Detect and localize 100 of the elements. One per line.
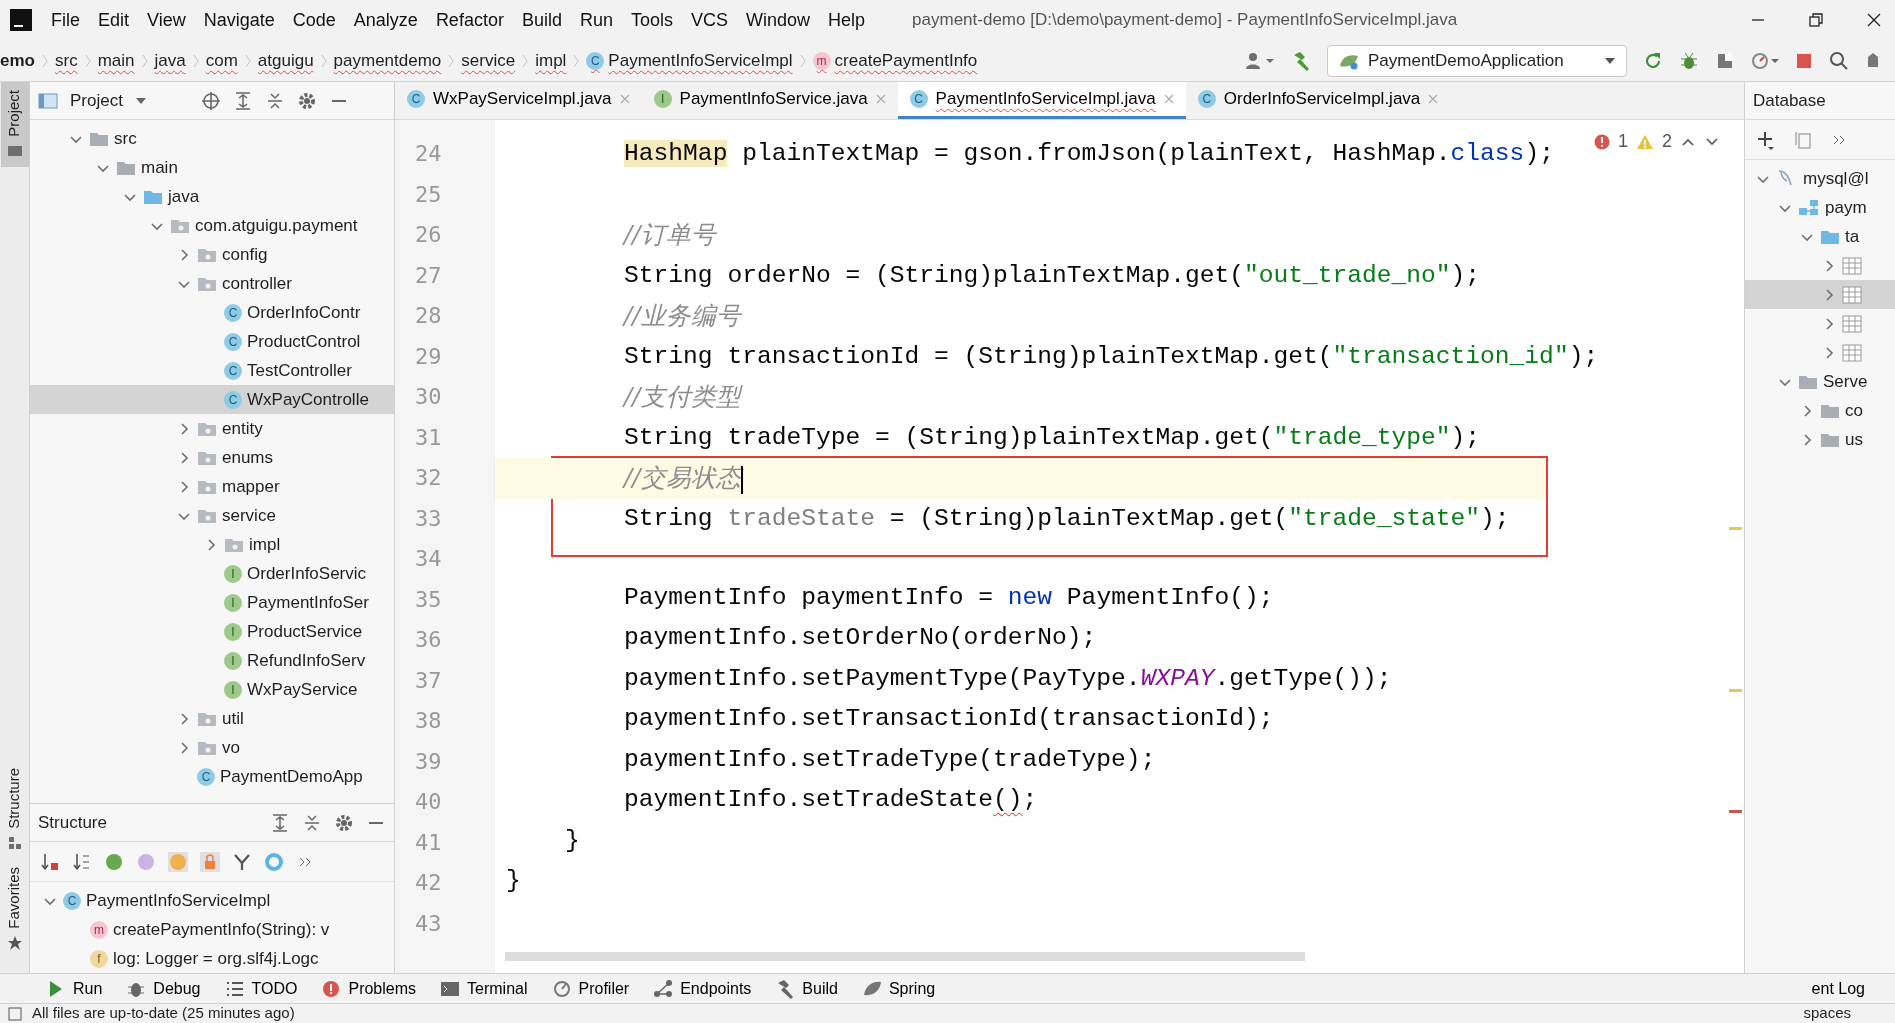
error-count[interactable]: 1 [1617,128,1628,155]
tree-item[interactable]: C ProductControl [30,327,394,356]
lock-icon[interactable] [200,851,220,872]
tree-item[interactable]: us [1745,425,1895,454]
menu-item[interactable]: Navigate [194,6,284,34]
tree-item[interactable]: I RefundInfoServ [30,646,394,675]
run-configuration-dropdown[interactable]: PaymentDemoApplication [1327,44,1627,77]
tree-item[interactable]: src [30,124,394,153]
tree-item[interactable]: mysql@l [1745,164,1895,193]
tree-item[interactable]: java [30,182,394,211]
warning-count[interactable]: 2 [1662,128,1672,155]
side-tab[interactable]: Structure [0,760,29,860]
menu-item[interactable]: Build [512,6,571,34]
collapse-all-icon[interactable] [302,812,322,833]
tree-item[interactable]: com.atguigu.payment [30,211,394,240]
tool-window-button[interactable]: Terminal [430,976,538,1001]
tree-item[interactable]: impl [30,530,394,559]
tree-item[interactable]: vo [30,733,394,762]
tree-item[interactable]: util [30,704,394,733]
settings-icon[interactable] [334,812,354,833]
menu-item[interactable]: Refactor [426,6,513,34]
caret-icon[interactable] [134,96,147,105]
breadcrumb[interactable]: java [148,47,192,74]
tree-item[interactable]: C TestController [30,356,394,385]
breadcrumb[interactable]: C PaymentInfoServiceImpl [580,47,799,74]
menu-item[interactable]: Run [570,6,622,34]
restore-icon[interactable] [1809,13,1823,27]
close-icon[interactable] [1867,13,1881,27]
tree-item[interactable]: ta [1745,222,1895,251]
tree-item[interactable]: controller [30,269,394,298]
indent-setting[interactable]: spaces [1803,1002,1851,1023]
inherited-icon[interactable] [104,851,124,872]
user-icon[interactable] [1245,51,1275,70]
tree-item[interactable]: m createPaymentInfo(String): v [30,915,394,944]
breadcrumb[interactable]: main [91,47,141,74]
tree-item[interactable]: enums [30,443,394,472]
horizontal-scrollbar[interactable] [505,952,1305,961]
editor-tab[interactable]: C PaymentInfoServiceImpl.java [897,82,1186,119]
breadcrumb[interactable]: service [455,47,522,74]
tool-window-button[interactable]: Endpoints [643,976,762,1001]
editor-tab[interactable]: I PaymentInfoService.java [641,82,898,119]
fields-icon[interactable] [168,851,188,872]
locate-icon[interactable] [200,90,221,111]
menu-item[interactable]: Code [283,6,345,34]
tree-item[interactable]: C PaymentInfoServiceImpl [30,886,394,915]
tree-item[interactable]: service [30,501,394,530]
settings-icon[interactable] [296,90,317,111]
breadcrumb[interactable]: m createPaymentInfo [806,47,984,74]
breadcrumb[interactable]: impl [529,47,573,74]
breadcrumb[interactable]: src [48,47,84,74]
breadcrumb[interactable]: com [199,47,244,74]
tree-item[interactable]: main [30,153,394,182]
sort-alpha-icon[interactable] [72,851,92,872]
tree-item[interactable]: config [30,240,394,269]
stop-icon[interactable] [1795,51,1813,70]
sort-icon[interactable] [40,851,60,872]
tool-window-button[interactable]: Profiler [541,976,640,1001]
side-tab[interactable]: Project [0,82,29,167]
menu-item[interactable]: File [42,6,89,34]
tree-item[interactable]: entity [30,414,394,443]
tool-window-button[interactable]: Build [765,976,848,1001]
menu-item[interactable]: View [138,6,195,34]
breadcrumb[interactable]: atguigu [251,47,320,74]
tree-item[interactable]: C PaymentDemoApp [30,762,394,791]
tool-window-button[interactable]: Spring [851,976,946,1001]
profiler-icon[interactable] [1751,50,1779,71]
tree-item[interactable]: I OrderInfoServic [30,559,394,588]
menu-item[interactable]: Analyze [344,6,427,34]
menu-item[interactable]: Window [737,6,820,34]
tree-item[interactable]: Serve [1745,367,1895,396]
editor-tab[interactable]: C OrderInfoServiceImpl.java [1185,82,1451,119]
menu-item[interactable]: VCS [682,6,737,34]
breadcrumb[interactable]: paymentdemo [327,47,448,74]
tree-item[interactable]: paym [1745,193,1895,222]
add-icon[interactable] [1755,129,1775,150]
tree-item[interactable]: I ProductService [30,617,394,646]
debug-icon[interactable] [1679,50,1699,71]
interface-icon: I [224,593,242,612]
menu-item[interactable]: Tools [621,6,682,34]
tree-item[interactable]: f log: Logger = org.slf4j.Logc [30,944,394,973]
menu-item[interactable]: Help [819,6,875,34]
search-icon[interactable] [1829,50,1849,71]
rerun-icon[interactable] [1643,50,1663,71]
side-tab[interactable]: Favorites [0,859,29,959]
tool-window-button[interactable]: TODO [214,976,308,1001]
tree-item[interactable]: I PaymentInfoSer [30,588,394,617]
expand-all-icon[interactable] [270,812,290,833]
tree-item[interactable]: co [1745,396,1895,425]
tree-item[interactable]: C OrderInfoContr [30,298,394,327]
editor-tab[interactable]: C WxPayServiceImpl.java [395,82,642,119]
tool-window-button[interactable]: Run [36,976,113,1001]
tool-window-button[interactable]: ent Log [1801,976,1875,1001]
tool-window-button[interactable]: Debug [116,976,211,1001]
menu-item[interactable]: Edit [89,6,139,34]
app-logo-icon[interactable] [10,9,32,31]
tool-window-button[interactable]: Problems [311,976,427,1001]
tree-item[interactable]: mapper [30,472,394,501]
breadcrumb[interactable]: emo [0,47,41,74]
tree-item[interactable]: C WxPayControlle [30,385,394,414]
tree-item[interactable]: I WxPayService [30,675,394,704]
